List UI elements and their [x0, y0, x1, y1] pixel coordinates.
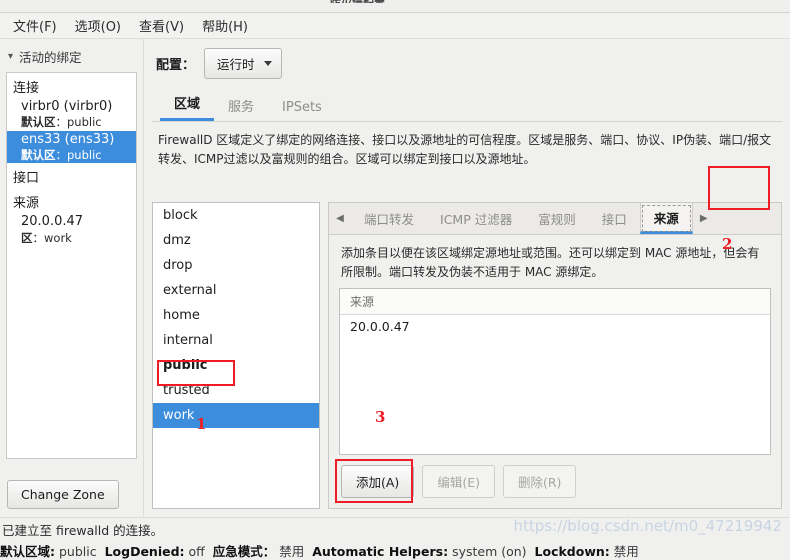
main-tab-bar: 区域 服务 IPSets — [152, 87, 782, 122]
zone-list-item-trusted[interactable]: trusted — [153, 378, 319, 403]
tree-item-virbr0-zone: 默认区：public — [21, 115, 102, 130]
menu-bar: 文件(F) 选项(O) 查看(V) 帮助(H) — [0, 13, 790, 39]
tree-item-source-zone: 区：work — [21, 230, 72, 245]
tree-node-connections: 连接 — [13, 81, 40, 96]
menu-item-view[interactable]: 查看(V) — [130, 13, 193, 38]
source-zone-value: work — [44, 230, 72, 245]
ens33-zone-label: 默认区 — [21, 147, 56, 162]
active-bindings-panel: ▾ 活动的绑定 连接 virbr0 (virbr0) 默认区：public en… — [0, 39, 143, 517]
subtab-icmp-filter[interactable]: ICMP 过滤器 — [427, 203, 525, 234]
sources-button-row: 添加(A) 编辑(E) 删除(R) — [329, 455, 781, 508]
zone-list-item-public[interactable]: public — [153, 353, 319, 378]
add-button[interactable]: 添加(A) — [341, 465, 415, 498]
change-zone-button[interactable]: Change Zone — [7, 480, 119, 509]
subtab-port-forward[interactable]: 端口转发 — [351, 203, 427, 234]
active-bindings-header[interactable]: ▾ 活动的绑定 — [0, 39, 143, 72]
zone-list-item-work[interactable]: work — [153, 403, 319, 428]
zone-list-item-drop[interactable]: drop — [153, 253, 319, 278]
status-bar: 已建立至 firewalld 的连接。 默认区域: public LogDeni… — [0, 517, 790, 559]
main-panel: 配置： 运行时 区域 服务 IPSets FirewallD 区域定义了绑定的网… — [143, 39, 790, 517]
tree-item-source-address[interactable]: 20.0.0.47 区：work — [7, 213, 136, 246]
tree-item-virbr0[interactable]: virbr0 (virbr0) 默认区：public — [7, 98, 136, 131]
tab-zones[interactable]: 区域 — [160, 87, 215, 121]
remove-button: 删除(R) — [502, 465, 577, 498]
sources-table-header: 来源 — [340, 289, 770, 316]
tab-scroll-right-icon[interactable]: ▶ — [692, 203, 715, 234]
configuration-select-value: 运行时 — [217, 57, 255, 72]
status-connection-text: 已建立至 firewalld 的连接。 — [2, 523, 164, 538]
ens33-zone-value: public — [67, 147, 102, 162]
zone-description: FirewallD 区域定义了绑定的网络连接、接口以及源地址的可信程度。区域是服… — [158, 133, 772, 166]
window-title: 防火墙配置 — [330, 0, 385, 3]
tree-item-source-ip: 20.0.0.47 — [21, 214, 84, 230]
tree-item-ens33-zone: 默认区：public — [21, 147, 102, 162]
subtab-sources[interactable]: 来源 — [639, 203, 693, 234]
title-bar: 防火墙配置 — [0, 0, 790, 13]
chevron-down-icon: ▾ — [8, 50, 14, 62]
tree-item-ens33-name: ens33 (ens33) — [21, 131, 115, 147]
zone-list-item-home[interactable]: home — [153, 303, 319, 328]
zone-list-item-dmz[interactable]: dmz — [153, 228, 319, 253]
menu-item-help[interactable]: 帮助(H) — [193, 13, 257, 38]
active-bindings-title: 活动的绑定 — [19, 50, 82, 65]
virbr0-zone-label: 默认区 — [21, 115, 56, 130]
zone-list[interactable]: block dmz drop external home internal pu… — [152, 202, 320, 509]
virbr0-zone-value: public — [67, 115, 102, 130]
zone-list-item-external[interactable]: external — [153, 278, 319, 303]
configuration-row: 配置： 运行时 — [144, 39, 790, 87]
sources-table[interactable]: 来源 20.0.0.47 — [339, 288, 771, 455]
menu-item-file[interactable]: 文件(F) — [4, 13, 66, 38]
tree-node-sources: 来源 — [13, 196, 40, 212]
sources-description: 添加条目以便在该区域绑定源地址或范围。还可以绑定到 MAC 源地址，但会有所限制… — [341, 246, 760, 279]
configuration-select[interactable]: 运行时 — [204, 48, 282, 79]
tree-item-ens33[interactable]: ens33 (ens33) 默认区：public — [7, 130, 136, 164]
menu-item-options[interactable]: 选项(O) — [66, 13, 130, 38]
table-row[interactable]: 20.0.0.47 — [340, 315, 770, 338]
tree-node-interfaces: 接口 — [13, 171, 40, 187]
configuration-label: 配置： — [156, 58, 196, 73]
zone-detail-pane: ◀ 端口转发 ICMP 过滤器 富规则 接口 来源 ▶ 添加条目以便在该区域绑定… — [328, 202, 782, 509]
edit-button: 编辑(E) — [422, 465, 495, 498]
subtab-rich-rules[interactable]: 富规则 — [525, 203, 589, 234]
tab-ipsets[interactable]: IPSets — [268, 94, 336, 121]
source-zone-label: 区 — [21, 230, 33, 245]
zone-list-item-internal[interactable]: internal — [153, 328, 319, 353]
tree-item-virbr0-name: virbr0 (virbr0) — [21, 99, 113, 114]
zone-sub-tab-bar: ◀ 端口转发 ICMP 过滤器 富规则 接口 来源 ▶ — [329, 203, 781, 235]
chevron-down-icon — [263, 61, 272, 66]
zone-work-area: block dmz drop external home internal pu… — [152, 202, 782, 509]
tab-services[interactable]: 服务 — [214, 90, 268, 121]
zone-list-item-block[interactable]: block — [153, 203, 319, 228]
bindings-tree[interactable]: 连接 virbr0 (virbr0) 默认区：public ens33 (ens… — [6, 72, 137, 459]
tab-scroll-left-icon[interactable]: ◀ — [329, 203, 351, 234]
subtab-interfaces[interactable]: 接口 — [589, 203, 640, 234]
